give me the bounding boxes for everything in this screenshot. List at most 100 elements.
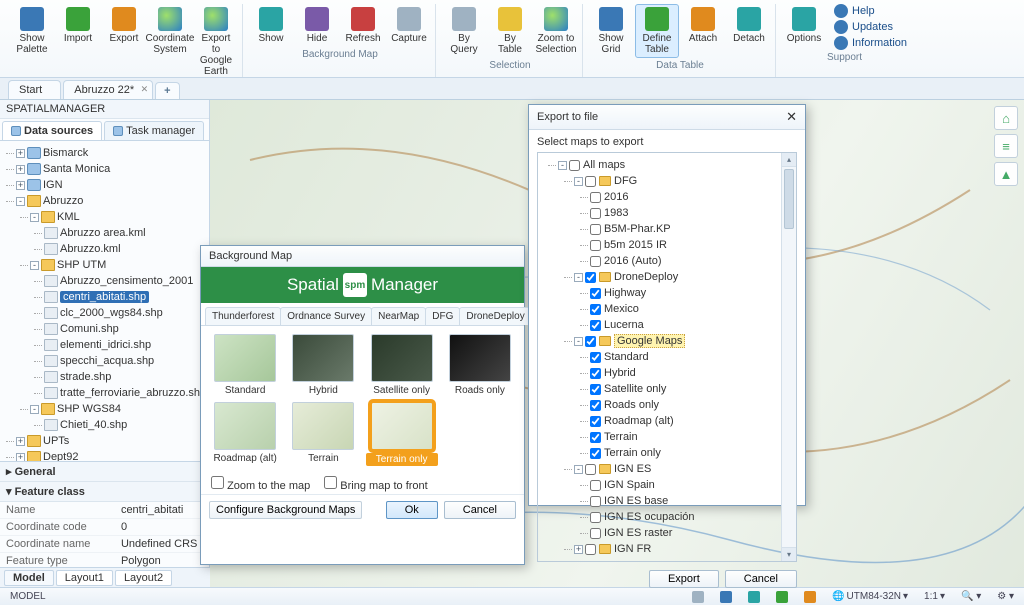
toggle-icon[interactable]: - [30, 213, 39, 222]
opt-zoom-to-map[interactable]: Zoom to the map [211, 476, 310, 492]
export-checkbox[interactable] [569, 160, 580, 171]
export-checkbox[interactable] [585, 464, 596, 475]
tree-node[interactable]: -Abruzzo-KMLAbruzzo area.kmlAbruzzo.kml-… [16, 193, 207, 433]
layout-tab-model[interactable]: Model [4, 570, 54, 586]
doc-tab-start[interactable]: Start [8, 80, 61, 99]
export-checkbox[interactable] [590, 208, 601, 219]
tree-node[interactable]: Abruzzo.kml [44, 241, 207, 257]
dt-detach-button[interactable]: Detach [727, 4, 771, 58]
status-crs[interactable]: 🌐 UTM84-32N ▾ [828, 591, 912, 602]
scroll-thumb[interactable] [784, 169, 794, 229]
export-checkbox[interactable] [585, 272, 596, 283]
sel-byquery-button[interactable]: By Query [442, 4, 486, 58]
opt-bring-front[interactable]: Bring map to front [324, 476, 428, 492]
updates-link[interactable]: Updates [834, 20, 907, 34]
bgmap-tab-dfg[interactable]: DFG [425, 307, 460, 325]
export-tree-node[interactable]: Mexico [590, 301, 778, 317]
export-checkbox[interactable] [590, 192, 601, 203]
bgmap-thumb-hybrid[interactable]: Hybrid [287, 334, 359, 396]
export-checkbox[interactable] [590, 496, 601, 507]
close-icon[interactable]: ✕ [786, 109, 797, 125]
export-checkbox[interactable] [590, 384, 601, 395]
export-tree-node[interactable]: -DFG20161983B5M-Phar.KPb5m 2015 IR2016 (… [574, 173, 778, 269]
bgmap-tab-nearmap[interactable]: NearMap [371, 307, 426, 325]
cancel-button[interactable]: Cancel [444, 501, 516, 519]
tree-node[interactable]: +Dept92 [16, 449, 207, 461]
toggle-icon[interactable]: - [16, 197, 25, 206]
export-map-tree[interactable]: -All maps-DFG20161983B5M-Phar.KPb5m 2015… [537, 152, 797, 562]
export-checkbox[interactable] [590, 416, 601, 427]
export-checkbox[interactable] [590, 480, 601, 491]
export-checkbox[interactable] [590, 368, 601, 379]
props-header-general[interactable]: ▸ General [0, 462, 209, 482]
tree-node[interactable]: Chieti_40.shp [44, 417, 207, 433]
export-checkbox[interactable] [590, 224, 601, 235]
bm-refresh-button[interactable]: Refresh [341, 4, 385, 47]
tree-node[interactable]: elementi_idrici.shp [44, 337, 207, 353]
doc-tab-abruzzo[interactable]: Abruzzo 22*✕ [63, 80, 153, 99]
bgmap-thumb-satellite-only[interactable]: Satellite only [366, 334, 438, 396]
cancel-button[interactable]: Cancel [725, 570, 797, 588]
close-icon[interactable]: ✕ [141, 84, 149, 95]
export-checkbox[interactable] [590, 400, 601, 411]
toggle-icon[interactable]: + [16, 165, 25, 174]
tree-node[interactable]: +Santa Monica [16, 161, 207, 177]
tree-node[interactable]: specchi_acqua.shp [44, 353, 207, 369]
bm-capture-button[interactable]: Capture [387, 4, 431, 47]
tree-node[interactable]: +UPTs [16, 433, 207, 449]
configure-bgmaps-button[interactable]: Configure Background Maps [209, 501, 362, 519]
export-tree-node[interactable]: Highway [590, 285, 778, 301]
export-tree-node[interactable]: Terrain [590, 429, 778, 445]
import-button[interactable]: Import [56, 4, 100, 80]
help-link[interactable]: Help [834, 4, 907, 18]
export-checkbox[interactable] [590, 432, 601, 443]
tree-node[interactable]: -SHP UTMAbruzzo_censimento_2001centri_ab… [30, 257, 207, 401]
export-button[interactable]: Export [649, 570, 719, 588]
add-tab-button[interactable]: + [155, 82, 179, 99]
export-tree-node[interactable]: +IGN FR [574, 541, 778, 557]
bm-show-button[interactable]: Show [249, 4, 293, 47]
dialog-title[interactable]: Export to file ✕ [529, 105, 805, 130]
status-settings-icon[interactable]: ⚙ ▾ [993, 591, 1018, 602]
dt-define-button[interactable]: Define Table [635, 4, 679, 58]
sel-zoom-button[interactable]: Zoom to Selection [534, 4, 578, 58]
export-tree-node[interactable]: IGN ES ocupación [590, 509, 778, 525]
dt-showgrid-button[interactable]: Show Grid [589, 4, 633, 58]
export-tree-node[interactable]: IGN Spain [590, 477, 778, 493]
scrollbar[interactable]: ▴ ▾ [781, 153, 796, 561]
sp-options-button[interactable]: Options [782, 4, 826, 50]
props-header-feature-class[interactable]: ▾ Feature class [0, 482, 209, 502]
toggle-icon[interactable]: + [16, 453, 25, 461]
export-tree-node[interactable]: IGN ES base [590, 493, 778, 509]
export-ge-button[interactable]: Export to Google Earth [194, 4, 238, 80]
toggle-icon[interactable]: + [16, 437, 25, 446]
export-tree-node[interactable]: Standard [590, 349, 778, 365]
export-checkbox[interactable] [590, 256, 601, 267]
export-tree-node[interactable]: Lucerna [590, 317, 778, 333]
map-layers-icon[interactable]: ≡ [994, 134, 1018, 158]
export-checkbox[interactable] [590, 240, 601, 251]
toggle-icon[interactable]: - [558, 161, 567, 170]
bgmap-thumb-roadmap-alt-[interactable]: Roadmap (alt) [209, 402, 281, 466]
bgmap-thumb-roads-only[interactable]: Roads only [444, 334, 516, 396]
export-checkbox[interactable] [585, 336, 596, 347]
sel-bytable-button[interactable]: By Table [488, 4, 532, 58]
toggle-icon[interactable]: - [574, 337, 583, 346]
export-tree-node[interactable]: -Google MapsStandardHybridSatellite only… [574, 333, 778, 461]
tree-node[interactable]: strade.shp [44, 369, 207, 385]
export-checkbox[interactable] [590, 512, 601, 523]
info-link[interactable]: Information [834, 36, 907, 50]
bgmap-thumb-standard[interactable]: Standard [209, 334, 281, 396]
export-button[interactable]: Export [102, 4, 146, 80]
export-tree-node[interactable]: b5m 2015 IR [590, 237, 778, 253]
bgmap-thumb-terrain-only[interactable]: Terrain only [366, 402, 438, 466]
scroll-down-icon[interactable]: ▾ [782, 547, 796, 561]
tree-node[interactable]: clc_2000_wgs84.shp [44, 305, 207, 321]
ok-button[interactable]: Ok [386, 501, 438, 519]
bgmap-tab-dronedeploy[interactable]: DroneDeploy [459, 307, 531, 325]
export-tree-node[interactable]: -All maps-DFG20161983B5M-Phar.KPb5m 2015… [558, 157, 778, 557]
export-checkbox[interactable] [590, 320, 601, 331]
export-tree-node[interactable]: Satellite only [590, 381, 778, 397]
export-tree-node[interactable]: IGN ES raster [590, 525, 778, 541]
export-checkbox[interactable] [590, 352, 601, 363]
